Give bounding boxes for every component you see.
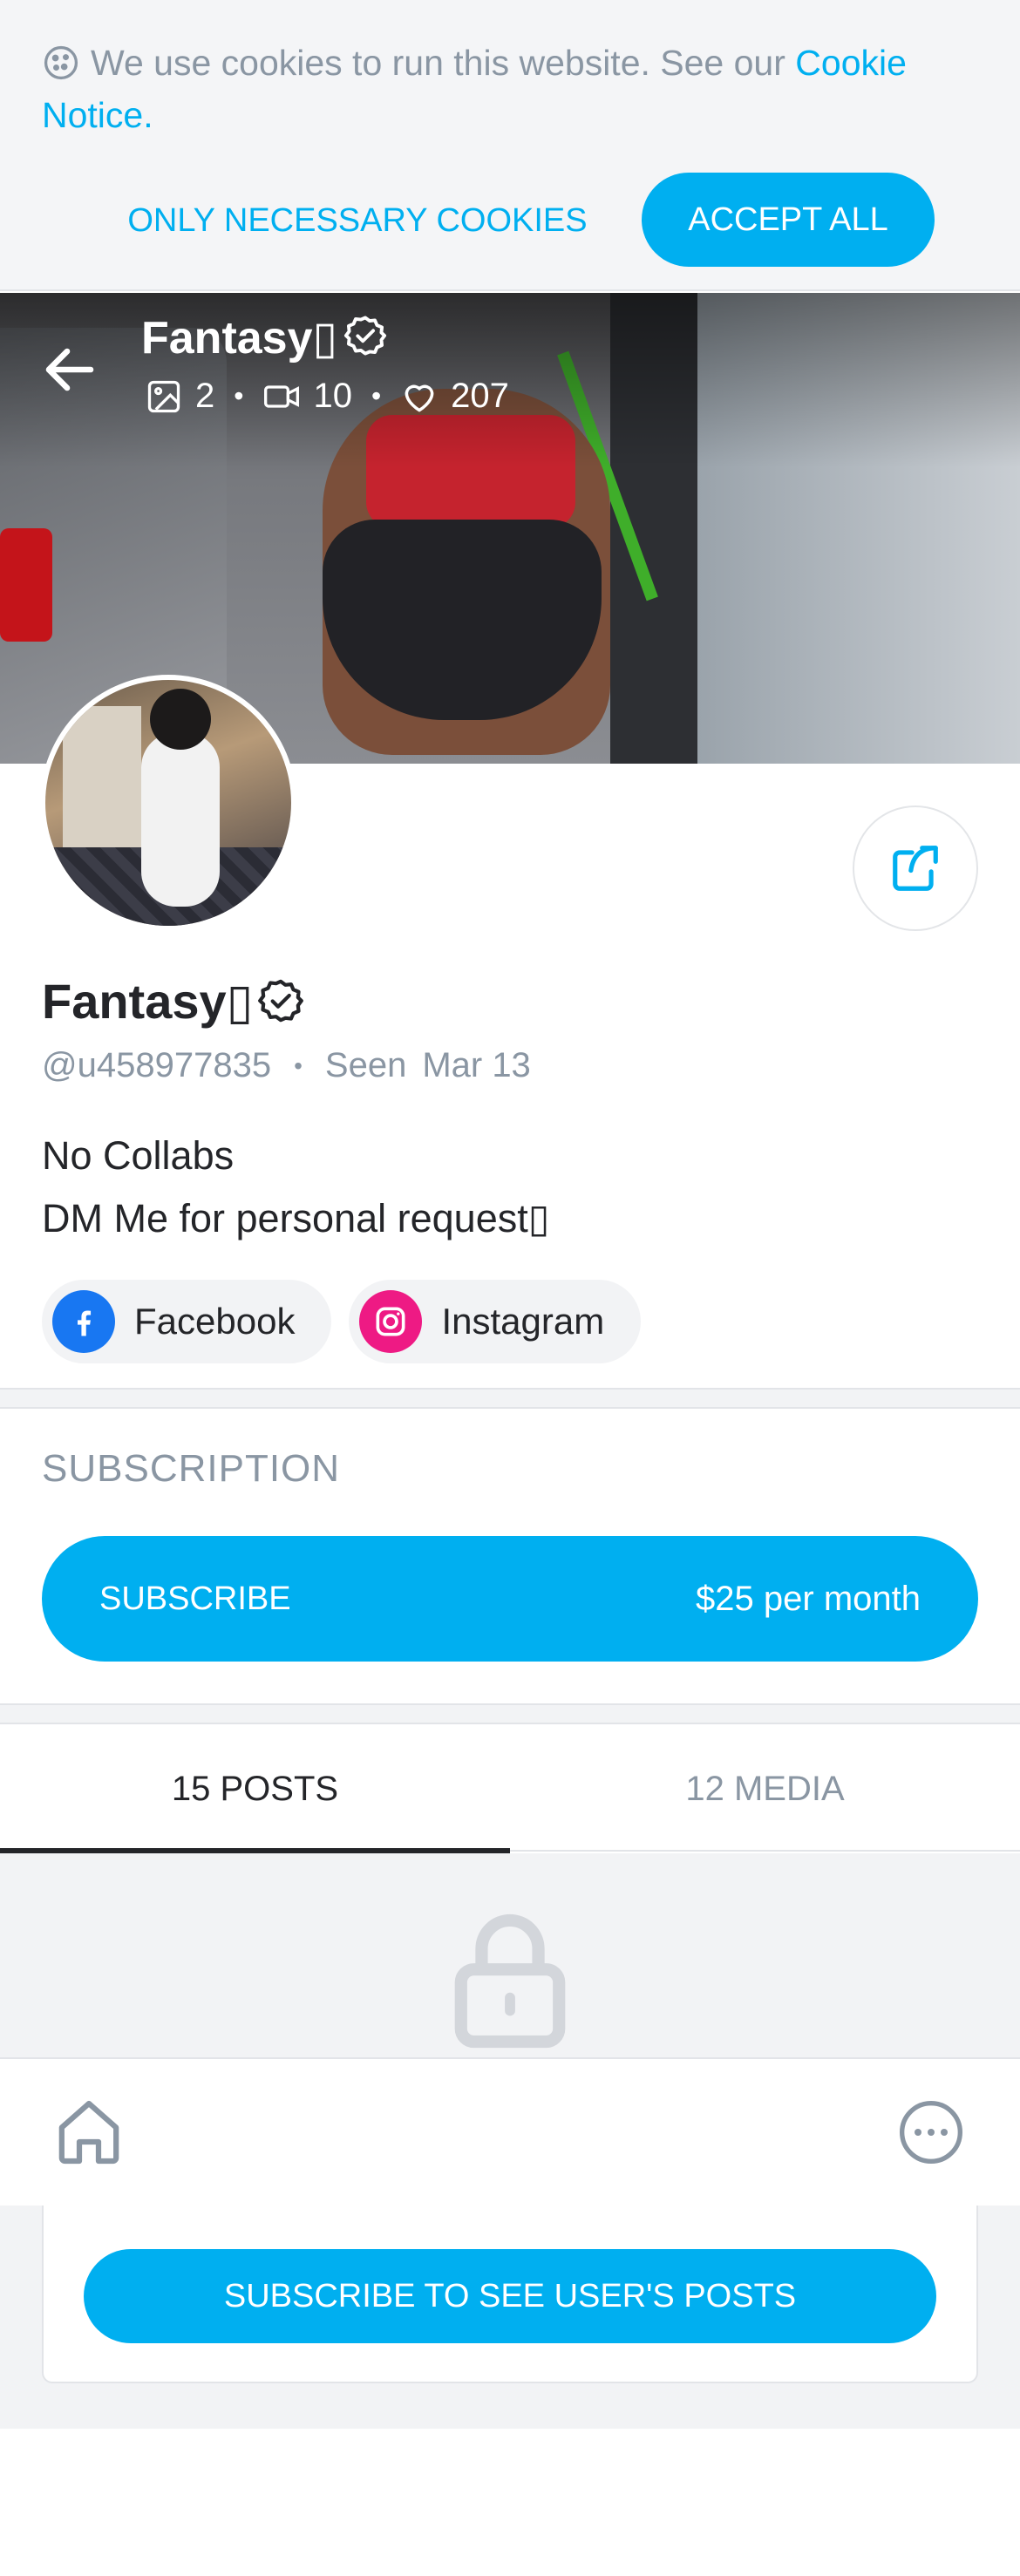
handle-separator: • <box>294 1051 303 1079</box>
subscribe-price: $25 per month <box>696 1579 921 1618</box>
lock-icon <box>454 1913 566 2049</box>
videos-count: 10 <box>313 377 352 415</box>
image-icon <box>147 380 180 412</box>
bio-line: DM Me for personal request▯ <box>42 1196 550 1240</box>
bottom-nav <box>0 2057 1020 2206</box>
profile-name: Fantasy▯ <box>42 973 305 1030</box>
heart-icon <box>405 384 434 411</box>
handle-row: @u458977835 • Seen Mar 13 <box>42 1046 531 1085</box>
likes-stat: 207 <box>400 377 509 416</box>
facebook-label: Facebook <box>134 1301 296 1342</box>
facebook-icon <box>52 1290 115 1353</box>
section-divider <box>0 1703 1020 1724</box>
tab-posts[interactable]: 15 POSTS <box>0 1726 510 1853</box>
share-icon <box>893 846 938 891</box>
header-profile-name: Fantasy▯ <box>141 312 388 364</box>
profile-bio: No Collabs DM Me for personal request▯ <box>42 1125 550 1250</box>
instagram-icon <box>359 1290 423 1353</box>
more-icon[interactable] <box>896 2097 966 2167</box>
profile-name-text: Fantasy▯ <box>42 974 254 1029</box>
social-links: Facebook Instagram <box>42 1280 658 1363</box>
photos-stat: 2 <box>145 377 214 416</box>
share-button[interactable] <box>853 805 978 931</box>
profile-handle: @u458977835 <box>42 1046 272 1084</box>
avatar-body-shape <box>141 732 220 907</box>
section-divider <box>0 1388 1020 1409</box>
video-icon <box>264 384 300 408</box>
avatar[interactable] <box>40 675 296 931</box>
bio-line: No Collabs <box>42 1133 235 1178</box>
home-icon[interactable] <box>51 2094 127 2171</box>
cover-taillight-shape <box>0 528 52 642</box>
avatar-image <box>45 680 291 926</box>
cookie-icon <box>44 45 78 80</box>
subscribe-to-see-posts-button[interactable]: SUBSCRIBE TO SEE USER'S POSTS <box>84 2249 936 2343</box>
photos-count: 2 <box>195 377 215 415</box>
header-name-text: Fantasy▯ <box>141 313 338 364</box>
seen-date: Mar 13 <box>422 1046 531 1084</box>
header-stats: 2 • 10 • 207 <box>145 377 509 416</box>
instagram-link[interactable]: Instagram <box>349 1280 642 1363</box>
cookie-message: We use cookies to run this website. See … <box>91 43 796 83</box>
cover-shorts-shape <box>323 520 602 720</box>
avatar-head-shape <box>150 689 211 750</box>
likes-count: 207 <box>451 377 509 415</box>
subscribe-button[interactable]: SUBSCRIBE $25 per month <box>42 1536 978 1662</box>
content-tabs: 15 POSTS 12 MEDIA <box>0 1726 1020 1853</box>
verified-badge-icon <box>258 979 304 1023</box>
stat-separator: • <box>234 380 244 411</box>
facebook-link[interactable]: Facebook <box>42 1280 332 1363</box>
stat-separator: • <box>371 380 382 411</box>
videos-stat: 10 <box>262 377 352 416</box>
accept-all-cookies-button[interactable]: ACCEPT ALL <box>642 173 935 267</box>
instagram-label: Instagram <box>441 1301 605 1342</box>
only-necessary-cookies-button[interactable]: ONLY NECESSARY COOKIES <box>113 174 602 267</box>
subscribe-label: SUBSCRIBE <box>99 1580 291 1617</box>
cookie-text-end: . <box>143 95 153 135</box>
cookie-text: We use cookies to run this website. See … <box>42 37 983 141</box>
subscription-title: SUBSCRIPTION <box>42 1447 341 1490</box>
seen-label: Seen <box>324 1046 407 1084</box>
back-arrow-icon[interactable] <box>38 338 101 401</box>
cookie-banner: We use cookies to run this website. See … <box>0 0 1020 291</box>
verified-badge-icon <box>344 316 387 356</box>
tab-media[interactable]: 12 MEDIA <box>510 1726 1020 1852</box>
